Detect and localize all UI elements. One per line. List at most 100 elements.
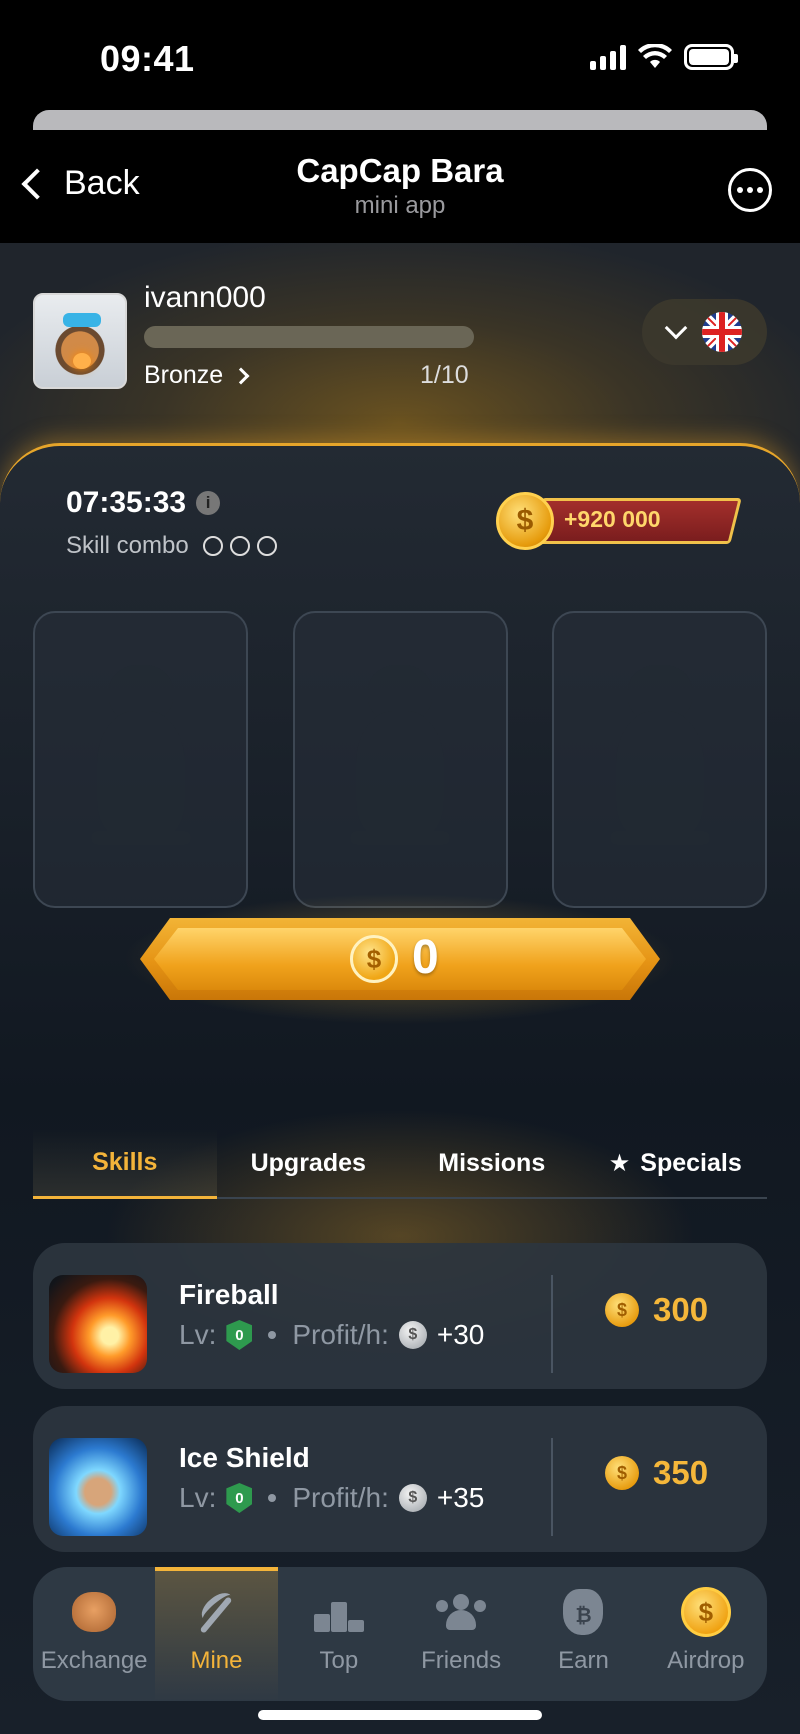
- nav-label: Earn: [558, 1647, 609, 1674]
- sheet-handle: [33, 110, 767, 130]
- rank-progress-count: 1/10: [420, 361, 469, 389]
- status-time: 09:41: [100, 38, 195, 79]
- telegram-header: Back CapCap Bara mini app: [0, 130, 800, 243]
- combo-dot-icon: [256, 536, 277, 556]
- skill-combo-label: Skill combo: [66, 532, 189, 559]
- gold-coin-icon: $: [605, 1293, 639, 1327]
- mine-panel: 07:35:33 i Skill combo +920 000 $ $ 0 Sk…: [0, 443, 800, 1734]
- skill-name: Ice Shield: [179, 1442, 310, 1473]
- skill-name: Fireball: [179, 1279, 279, 1310]
- combo-progress-dots: [202, 536, 277, 556]
- skill-card-fireball[interactable]: Fireball Lv: 0 Profit/h: $ +30 $ 300: [33, 1243, 767, 1389]
- tab-upgrades[interactable]: Upgrades: [217, 1129, 401, 1197]
- capybara-silhouette-icon: [90, 665, 191, 855]
- more-dot-icon: [737, 187, 743, 193]
- tab-missions[interactable]: Missions: [400, 1129, 584, 1197]
- gold-coin-icon: $: [350, 935, 398, 983]
- mini-app: ivann000 Bronze 1/10 07:35:33 i Skill co…: [0, 243, 800, 1734]
- skill-combo: Skill combo: [66, 532, 277, 560]
- tab-skills[interactable]: Skills: [33, 1129, 217, 1199]
- separator-dot: [268, 1331, 277, 1339]
- app-title: CapCap Bara mini app: [0, 152, 800, 220]
- status-icons: [590, 44, 738, 70]
- wifi-icon: [638, 44, 672, 68]
- level-badge-icon: 0: [226, 1483, 253, 1513]
- divider: [551, 1438, 553, 1536]
- skill-meta: Lv: 0 Profit/h: $ +35: [179, 1482, 484, 1514]
- combo-timer: 07:35:33 i: [66, 486, 221, 520]
- tab-label: Skills: [92, 1148, 158, 1176]
- nav-mine[interactable]: Mine: [155, 1567, 278, 1701]
- username: ivann000: [144, 281, 266, 314]
- level-badge-icon: 0: [226, 1320, 253, 1350]
- more-dot-icon: [757, 187, 763, 193]
- tab-label: Missions: [438, 1148, 546, 1177]
- combo-timer-value: 07:35:33: [66, 486, 187, 519]
- bottom-nav: Exchange Mine Top Friends ₿ Earn $ Airdr…: [33, 1567, 767, 1701]
- nav-label: Airdrop: [667, 1647, 745, 1674]
- combo-card-slot[interactable]: [292, 611, 508, 908]
- nav-friends[interactable]: Friends: [400, 1567, 522, 1701]
- skill-card-ice-shield[interactable]: Ice Shield Lv: 0 Profit/h: $ +35 $ 350: [33, 1406, 767, 1552]
- profile-header: ivann000 Bronze 1/10: [0, 243, 800, 443]
- gold-coin-icon: $: [605, 1456, 639, 1490]
- tab-specials[interactable]: ★ Specials: [584, 1129, 768, 1197]
- star-icon: ★: [608, 1149, 631, 1177]
- nav-airdrop[interactable]: $ Airdrop: [645, 1567, 767, 1701]
- combo-reward-badge: +920 000 $: [496, 492, 742, 550]
- tab-label: Specials: [640, 1148, 742, 1177]
- ice-shield-image: [49, 1438, 147, 1536]
- profit-label: Profit/h:: [292, 1482, 389, 1513]
- podium-icon: [313, 1592, 364, 1632]
- nav-earn[interactable]: ₿ Earn: [522, 1567, 644, 1701]
- friends-icon: [436, 1594, 487, 1630]
- combo-card-slot[interactable]: [552, 611, 767, 908]
- app-subtitle: mini app: [354, 192, 446, 219]
- rank-progress-bar: [144, 326, 474, 348]
- skill-price-value: 300: [653, 1291, 709, 1328]
- combo-dot-icon: [202, 536, 223, 556]
- separator-dot: [268, 1494, 277, 1502]
- level-label: Lv:: [179, 1482, 217, 1513]
- combo-cards: [33, 611, 767, 908]
- home-indicator[interactable]: [258, 1710, 542, 1720]
- silver-coin-icon: $: [398, 1321, 427, 1349]
- pickaxe-icon: [193, 1589, 239, 1635]
- coin-balance-value: 0: [412, 931, 439, 984]
- gold-coin-icon: $: [496, 492, 554, 550]
- language-selector[interactable]: [642, 299, 767, 365]
- gold-coin-icon: $: [680, 1587, 731, 1637]
- coin-balance: $ 0: [100, 888, 700, 1030]
- info-icon[interactable]: i: [196, 491, 221, 515]
- combo-card-slot[interactable]: [33, 611, 248, 908]
- signal-icon: [590, 44, 626, 70]
- uk-flag-icon: [701, 312, 742, 352]
- skill-price[interactable]: $ 300: [605, 1291, 708, 1329]
- nav-label: Top: [319, 1647, 359, 1674]
- nav-label: Mine: [190, 1647, 243, 1674]
- avatar[interactable]: [33, 293, 127, 389]
- rank-link[interactable]: Bronze: [144, 361, 250, 390]
- nav-exchange[interactable]: Exchange: [33, 1567, 155, 1701]
- profit-value: +30: [436, 1319, 485, 1350]
- more-options-button[interactable]: [728, 168, 772, 212]
- profit-label: Profit/h:: [292, 1319, 389, 1350]
- capybara-silhouette-icon: [350, 665, 450, 855]
- nav-label: Friends: [421, 1647, 502, 1674]
- divider: [551, 1275, 553, 1373]
- capybara-icon: [72, 1592, 117, 1632]
- nav-top[interactable]: Top: [278, 1567, 400, 1701]
- rank-label: Bronze: [144, 361, 224, 389]
- skill-price[interactable]: $ 350: [605, 1454, 708, 1492]
- app-title-text: CapCap Bara: [296, 152, 504, 189]
- level-label: Lv:: [179, 1319, 217, 1350]
- combo-dot-icon: [229, 536, 250, 556]
- money-bag-icon: ₿: [563, 1589, 604, 1635]
- silver-coin-icon: $: [398, 1484, 427, 1512]
- fireball-image: [49, 1275, 147, 1373]
- mine-tabs: Skills Upgrades Missions ★ Specials: [33, 1129, 767, 1199]
- chevron-right-icon: [232, 367, 250, 384]
- battery-icon: [684, 44, 738, 70]
- skill-meta: Lv: 0 Profit/h: $ +30: [179, 1319, 484, 1351]
- skill-price-value: 350: [653, 1454, 709, 1491]
